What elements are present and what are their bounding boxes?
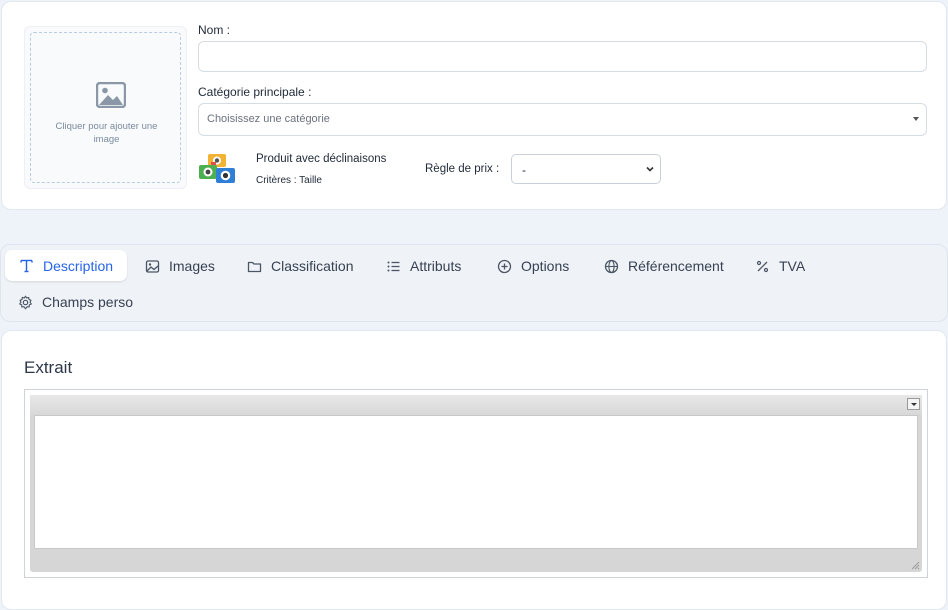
tab-attributs[interactable]: Attributs [386, 250, 461, 282]
gear-icon [19, 295, 32, 309]
tab-images-label: Images [169, 258, 215, 274]
folder-icon [247, 261, 262, 272]
variants-cameras-icon [199, 154, 235, 183]
tab-tva[interactable]: TVA [755, 250, 805, 282]
price-rule-select[interactable]: - [511, 154, 661, 184]
rich-text-editor [24, 389, 928, 578]
name-input[interactable] [198, 41, 927, 72]
text-icon [20, 259, 33, 273]
image-icon [145, 259, 160, 273]
editor-content-area[interactable] [34, 415, 918, 549]
description-card: Extrait [1, 330, 947, 610]
section-title: Extrait [24, 358, 73, 377]
resize-grip-icon[interactable] [910, 560, 920, 570]
image-upload-hint: Cliquer pour ajouter une image [55, 121, 158, 145]
category-placeholder: Choisissez une catégorie [207, 113, 330, 125]
editor-toolbar [30, 395, 922, 415]
image-upload-zone[interactable]: Cliquer pour ajouter une image [24, 26, 187, 189]
category-label: Catégorie principale : [198, 85, 312, 99]
tab-description[interactable]: Description [5, 250, 128, 281]
caret-down-icon [913, 117, 919, 121]
image-dropzone-border[interactable]: Cliquer pour ajouter une image [30, 32, 181, 183]
chevron-down-icon [646, 166, 654, 172]
category-select[interactable]: Choisissez une catégorie [198, 103, 927, 136]
price-rule-label: Règle de prix : [425, 163, 500, 175]
tab-champs-perso-label: Champs perso [42, 294, 134, 310]
name-label: Nom : [198, 23, 231, 37]
tab-referencement-label: Référencement [628, 258, 724, 274]
toolbar-toggle-button[interactable] [907, 398, 920, 410]
tab-referencement[interactable]: Référencement [604, 250, 724, 282]
variants-title: Produit avec déclinaisons [256, 153, 387, 165]
globe-icon [604, 259, 619, 273]
tab-options[interactable]: Options [497, 250, 569, 282]
tab-tva-label: TVA [779, 258, 806, 274]
list-icon [387, 261, 400, 271]
tab-attributs-label: Attributs [410, 258, 462, 274]
editor-frame [30, 395, 922, 572]
image-placeholder-icon [96, 82, 126, 108]
price-rule-value: - [522, 163, 526, 177]
plus-circle-icon [497, 259, 512, 273]
tab-classification-label: Classification [271, 258, 354, 274]
tab-options-label: Options [521, 258, 570, 274]
product-tabs: Description Images Classification Attrib… [0, 244, 948, 322]
product-header-card: Cliquer pour ajouter une image Nom : Cat… [1, 1, 947, 210]
tab-classification[interactable]: Classification [247, 250, 353, 282]
tab-images[interactable]: Images [145, 250, 215, 282]
variants-criteria: Critères : Taille [256, 175, 322, 186]
tab-champs-perso[interactable]: Champs perso [18, 286, 133, 318]
percent-icon [756, 260, 769, 272]
tab-description-label: Description [43, 257, 114, 274]
